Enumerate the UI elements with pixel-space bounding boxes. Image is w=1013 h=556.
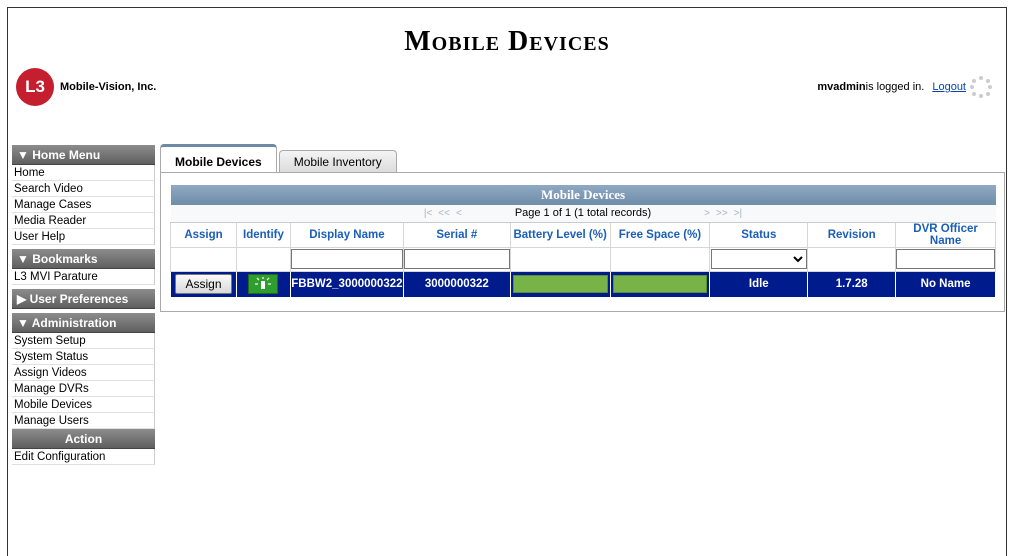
- tab-bar: Mobile Devices Mobile Inventory: [160, 144, 399, 172]
- last-page-icon[interactable]: >|: [734, 208, 742, 219]
- page-info: Page 1 of 1 (1 total records): [514, 207, 652, 220]
- table-row[interactable]: Assign FBBW2_3000000322 3000000322 Idle …: [170, 270, 996, 298]
- company-name: Mobile-Vision, Inc.: [60, 81, 157, 93]
- column-header-display-name[interactable]: Display Name: [289, 221, 404, 248]
- logged-in-text: is logged in.: [865, 81, 925, 93]
- next-set-icon[interactable]: >>: [716, 208, 728, 219]
- tab-mobile-devices[interactable]: Mobile Devices: [160, 144, 277, 172]
- filter-cell: [709, 246, 809, 272]
- column-header-revision[interactable]: Revision: [807, 221, 897, 248]
- display-name-cell: FBBW2_3000000322: [289, 270, 404, 298]
- first-page-icon[interactable]: |<: [424, 208, 432, 219]
- loading-spinner-icon: [970, 76, 992, 98]
- filter-cell-empty: [609, 246, 711, 272]
- login-status: mvadmin is logged in. Logout: [817, 76, 992, 98]
- next-page-icon[interactable]: >: [704, 208, 710, 219]
- pager: |< << < Page 1 of 1 (1 total records) > …: [170, 205, 996, 223]
- sidebar-item-media-reader[interactable]: Media Reader: [12, 213, 155, 229]
- column-header-assign[interactable]: Assign: [170, 221, 237, 248]
- officer-filter-input[interactable]: [896, 249, 995, 269]
- prev-page-icon[interactable]: <: [456, 208, 462, 219]
- identify-cell: [235, 270, 291, 298]
- sidebar-item-l3-mvi-parature[interactable]: L3 MVI Parature: [12, 269, 155, 285]
- sidebar-item-user-help[interactable]: User Help: [12, 229, 155, 245]
- filter-cell-empty: [170, 246, 237, 272]
- bookmarks-header[interactable]: ▼ Bookmarks: [12, 249, 155, 269]
- battery-level-cell: [509, 270, 611, 298]
- tab-panel: Mobile Devices |< << < Page 1 of 1 (1 to…: [160, 172, 1005, 312]
- sidebar-item-mobile-devices[interactable]: Mobile Devices: [12, 397, 155, 413]
- assign-button[interactable]: Assign: [175, 274, 232, 294]
- sidebar-item-manage-users[interactable]: Manage Users: [12, 413, 155, 429]
- company-logo: L3 Mobile-Vision, Inc.: [16, 68, 156, 106]
- column-header-status[interactable]: Status: [709, 221, 809, 248]
- officer-name-cell: No Name: [895, 270, 996, 298]
- logout-link[interactable]: Logout: [932, 81, 966, 93]
- serial-filter-input[interactable]: [403, 249, 510, 269]
- column-header-identify[interactable]: Identify: [235, 221, 291, 248]
- serial-cell: 3000000322: [402, 270, 511, 298]
- sidebar-item-home[interactable]: Home: [12, 165, 155, 181]
- action-header: Action: [12, 429, 155, 449]
- sidebar-item-manage-cases[interactable]: Manage Cases: [12, 197, 155, 213]
- filter-cell-empty: [235, 246, 291, 272]
- username: mvadmin: [817, 81, 866, 93]
- l3-logo-icon: L3: [16, 68, 54, 106]
- sidebar-item-search-video[interactable]: Search Video: [12, 181, 155, 197]
- app-frame: Mobile Devices L3 Mobile-Vision, Inc. mv…: [7, 7, 1007, 556]
- free-space-cell: [609, 270, 711, 298]
- filter-cell: [402, 246, 511, 272]
- filter-cell: [895, 246, 996, 272]
- filter-row: [170, 246, 996, 272]
- sidebar-item-system-status[interactable]: System Status: [12, 349, 155, 365]
- filter-cell: [289, 246, 404, 272]
- column-header-serial[interactable]: Serial #: [402, 221, 511, 248]
- sidebar-item-edit-configuration[interactable]: Edit Configuration: [12, 449, 155, 465]
- home-menu-items: Home Search Video Manage Cases Media Rea…: [12, 165, 155, 245]
- signal-light-icon: [255, 277, 272, 289]
- page-title: Mobile Devices: [404, 26, 610, 57]
- revision-cell: 1.7.28: [807, 270, 897, 298]
- administration-header[interactable]: ▼ Administration: [12, 313, 155, 333]
- sidebar-item-system-setup[interactable]: System Setup: [12, 333, 155, 349]
- sidebar: ▼ Home Menu Home Search Video Manage Cas…: [12, 145, 155, 465]
- header-row: Assign Identify Display Name Serial # Ba…: [170, 221, 996, 248]
- status-filter-select[interactable]: [710, 249, 807, 269]
- free-space-bar: [612, 275, 708, 293]
- assign-cell: Assign: [170, 270, 237, 298]
- battery-level-bar: [512, 275, 608, 293]
- column-header-dvr-officer-name[interactable]: DVR Officer Name: [895, 221, 996, 248]
- mobile-devices-table: Mobile Devices |< << < Page 1 of 1 (1 to…: [170, 185, 996, 298]
- tab-mobile-inventory[interactable]: Mobile Inventory: [278, 150, 397, 172]
- home-menu-header[interactable]: ▼ Home Menu: [12, 145, 155, 165]
- prev-set-icon[interactable]: <<: [438, 208, 450, 219]
- sidebar-item-manage-dvrs[interactable]: Manage DVRs: [12, 381, 155, 397]
- filter-cell-empty: [807, 246, 897, 272]
- column-header-free-space[interactable]: Free Space (%): [609, 221, 711, 248]
- status-cell: Idle: [709, 270, 809, 298]
- user-preferences-header[interactable]: ▶ User Preferences: [12, 289, 155, 309]
- filter-cell-empty: [509, 246, 611, 272]
- sidebar-item-assign-videos[interactable]: Assign Videos: [12, 365, 155, 381]
- display-name-filter-input[interactable]: [290, 249, 403, 269]
- identify-icon[interactable]: [248, 274, 279, 294]
- column-header-battery-level[interactable]: Battery Level (%): [509, 221, 611, 248]
- table-caption: Mobile Devices: [170, 185, 996, 205]
